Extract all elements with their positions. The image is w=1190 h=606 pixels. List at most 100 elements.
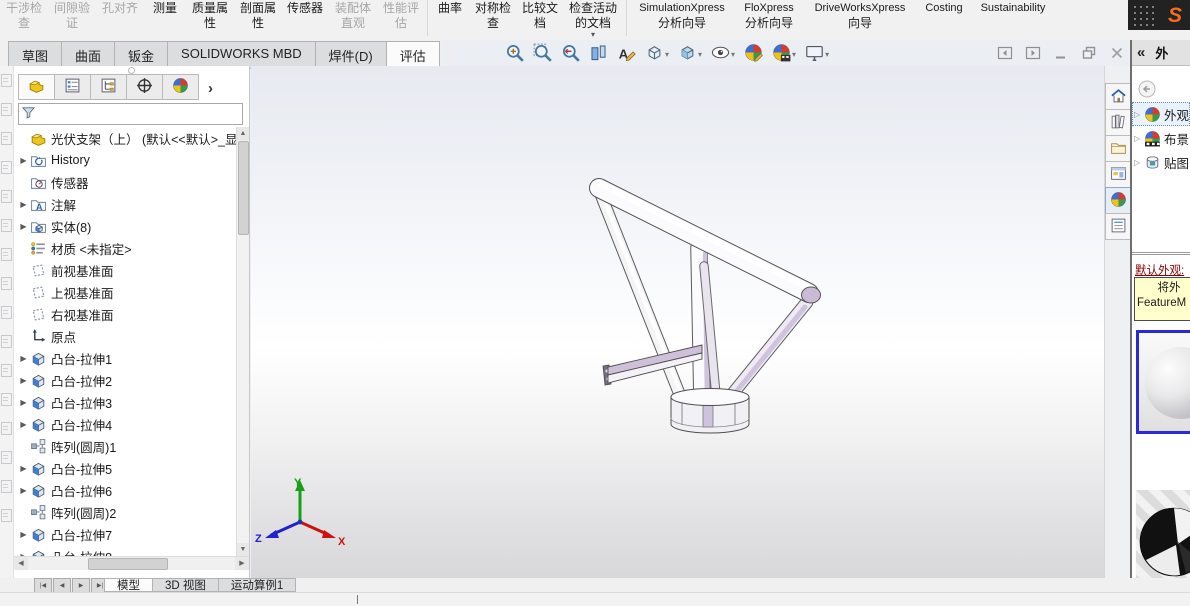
tree-item[interactable]: 光伏支架（上） (默认<<默认>_显示 [14, 127, 249, 149]
document-tab[interactable]: 模型 [104, 578, 153, 592]
doc-nav-icon[interactable]: ▶ [72, 578, 90, 593]
expand-arrow-icon[interactable]: ▶ [17, 156, 30, 165]
tree-item[interactable]: ▶ 凸台-拉伸1 [14, 347, 249, 369]
tree-item[interactable]: ▶ 凸台-拉伸2 [14, 369, 249, 391]
headsup-vieworient-button[interactable]: ▾ [645, 43, 669, 65]
ribbon-item[interactable]: 传感器 [282, 0, 328, 16]
headsup-editappear-button[interactable] [744, 43, 763, 65]
tree-item[interactable]: 右视基准面 [14, 303, 249, 325]
headsup-scene-button[interactable]: ▾ [772, 43, 796, 65]
ribbon-item[interactable]: 检查活动 的文档 ▾ [563, 0, 623, 39]
tree-vertical-scrollbar[interactable]: ▲ ▼ [236, 127, 249, 556]
tree-item[interactable]: 原点 [14, 325, 249, 347]
expand-arrow-icon[interactable]: ▶ [17, 530, 30, 539]
command-tab[interactable]: 曲面 [62, 41, 116, 69]
command-tab[interactable]: SOLIDWORKS MBD [168, 41, 316, 69]
minimize-button[interactable] [1053, 45, 1069, 64]
dropdown-caret-icon[interactable]: ▾ [665, 50, 669, 59]
appearance-tree-item[interactable]: ▷ 外观 [1132, 102, 1190, 126]
tree-item[interactable]: 传感器 [14, 171, 249, 193]
headsup-dispstyle-button[interactable]: ▾ [678, 43, 702, 65]
expand-arrow-icon[interactable]: ▶ [17, 486, 30, 495]
headsup-zoomfit-button[interactable] [505, 43, 524, 65]
doc-nav-icon[interactable]: ◀ [53, 578, 71, 593]
task-rail-books-button[interactable] [1105, 109, 1132, 136]
ribbon-item[interactable]: 质量属性 [186, 0, 234, 31]
dropdown-caret-icon[interactable]: ▾ [825, 50, 829, 59]
headsup-zoomarea-button[interactable] [533, 43, 552, 65]
dropdown-caret-icon[interactable]: ▾ [591, 31, 595, 39]
tree-item[interactable]: ▶ 凸台-拉伸8 [14, 545, 249, 556]
doc-nav-icon[interactable]: |◀ [34, 578, 52, 593]
tree-item[interactable]: ▶ A 注解 [14, 193, 249, 215]
expand-arrow-icon[interactable]: ▶ [17, 464, 30, 473]
tree-item[interactable]: ▶ 凸台-拉伸4 [14, 413, 249, 435]
scroll-left-icon[interactable]: ◀ [14, 557, 28, 570]
expand-arrow-icon[interactable]: ▶ [17, 354, 30, 363]
dropdown-caret-icon[interactable]: ▾ [792, 50, 796, 59]
task-rail-colorball-button[interactable] [1105, 187, 1132, 214]
manager-tab-part[interactable] [18, 74, 55, 100]
manager-tab-config[interactable] [90, 74, 127, 100]
scroll-thumb[interactable] [88, 558, 168, 570]
document-tab[interactable]: 运动算例1 [218, 578, 297, 592]
scroll-thumb[interactable] [238, 141, 249, 235]
tree-item[interactable]: 阵列(圆周)1 [14, 435, 249, 457]
tree-horizontal-scrollbar[interactable]: ◀ ▶ [14, 556, 249, 570]
command-tab[interactable]: 评估 [386, 41, 440, 69]
task-rail-folderx-button[interactable] [1105, 135, 1132, 162]
headsup-prevview-button[interactable] [561, 43, 580, 65]
tree-item[interactable]: 上视基准面 [14, 281, 249, 303]
tree-item[interactable]: 阵列(圆周)2 [14, 501, 249, 523]
tree-item[interactable]: ▶ 凸台-拉伸7 [14, 523, 249, 545]
ribbon-item[interactable]: 剖面属性 [234, 0, 282, 31]
expand-arrow-icon[interactable]: ▶ [17, 200, 30, 209]
filter-input[interactable] [36, 105, 242, 123]
ribbon-item[interactable]: DriveWorksXpress 向导 [804, 0, 916, 31]
close-button[interactable] [1109, 45, 1125, 64]
ribbon-item[interactable]: 测量 [144, 0, 186, 16]
headsup-monitor-button[interactable]: ▾ [805, 43, 829, 65]
appearance-preview-selected[interactable] [1136, 330, 1190, 434]
ribbon-item[interactable]: 孔对齐 [96, 0, 144, 16]
tree-item[interactable]: ▶ 凸台-拉伸5 [14, 457, 249, 479]
restore-button[interactable] [1081, 45, 1097, 64]
ribbon-item[interactable]: 装配体 直观 [328, 0, 378, 31]
manager-tab-propmgr[interactable] [54, 74, 91, 100]
graphics-viewport[interactable]: Y Z X [251, 66, 1104, 578]
ribbon-item[interactable]: FloXpress 分析向导 [734, 0, 804, 31]
paneleft-button[interactable] [997, 45, 1013, 64]
manager-tab-dimxpert[interactable] [126, 74, 163, 100]
command-tab[interactable]: 焊件(D) [315, 41, 387, 69]
expand-arrow-icon[interactable]: ▷ [1134, 158, 1144, 167]
scroll-up-icon[interactable]: ▲ [237, 127, 249, 140]
ribbon-item[interactable]: SimulationXpress 分析向导 [630, 0, 734, 31]
dropdown-caret-icon[interactable]: ▾ [731, 50, 735, 59]
tree-item[interactable]: ▶ 实体(8) [14, 215, 249, 237]
ribbon-item[interactable]: Sustainability [972, 0, 1054, 16]
back-button[interactable] [1138, 80, 1156, 98]
expand-pane-icon[interactable]: › [208, 78, 213, 100]
expand-arrow-icon[interactable]: ▷ [1134, 134, 1144, 143]
expand-arrow-icon[interactable]: ▷ [1134, 110, 1144, 119]
expand-arrow-icon[interactable]: ▶ [17, 420, 30, 429]
collapse-pane-icon[interactable]: « [1137, 44, 1145, 61]
task-rail-home-button[interactable] [1105, 83, 1132, 110]
dropdown-caret-icon[interactable]: ▾ [698, 50, 702, 59]
tree-item[interactable]: ▶ 凸台-拉伸3 [14, 391, 249, 413]
ribbon-item[interactable]: 曲率 [431, 0, 469, 16]
manager-tab-colorball[interactable] [162, 74, 199, 100]
tree-item[interactable]: 前视基准面 [14, 259, 249, 281]
expand-arrow-icon[interactable]: ▶ [17, 398, 30, 407]
document-tab[interactable]: 3D 视图 [153, 578, 219, 592]
headsup-section-button[interactable] [589, 43, 608, 65]
scroll-right-icon[interactable]: ▶ [235, 557, 249, 570]
tree-item[interactable]: ▶ History [14, 149, 249, 171]
appearance-tree-item[interactable]: ▷ 布景 [1132, 126, 1190, 150]
scroll-down-icon[interactable]: ▼ [237, 543, 249, 556]
appearance-preview-item[interactable] [1136, 490, 1190, 578]
ribbon-item[interactable]: Costing [916, 0, 972, 16]
headsup-eye-button[interactable]: ▾ [711, 43, 735, 65]
expand-arrow-icon[interactable]: ▶ [17, 552, 30, 557]
ribbon-item[interactable]: 干涉检查 [0, 0, 48, 31]
